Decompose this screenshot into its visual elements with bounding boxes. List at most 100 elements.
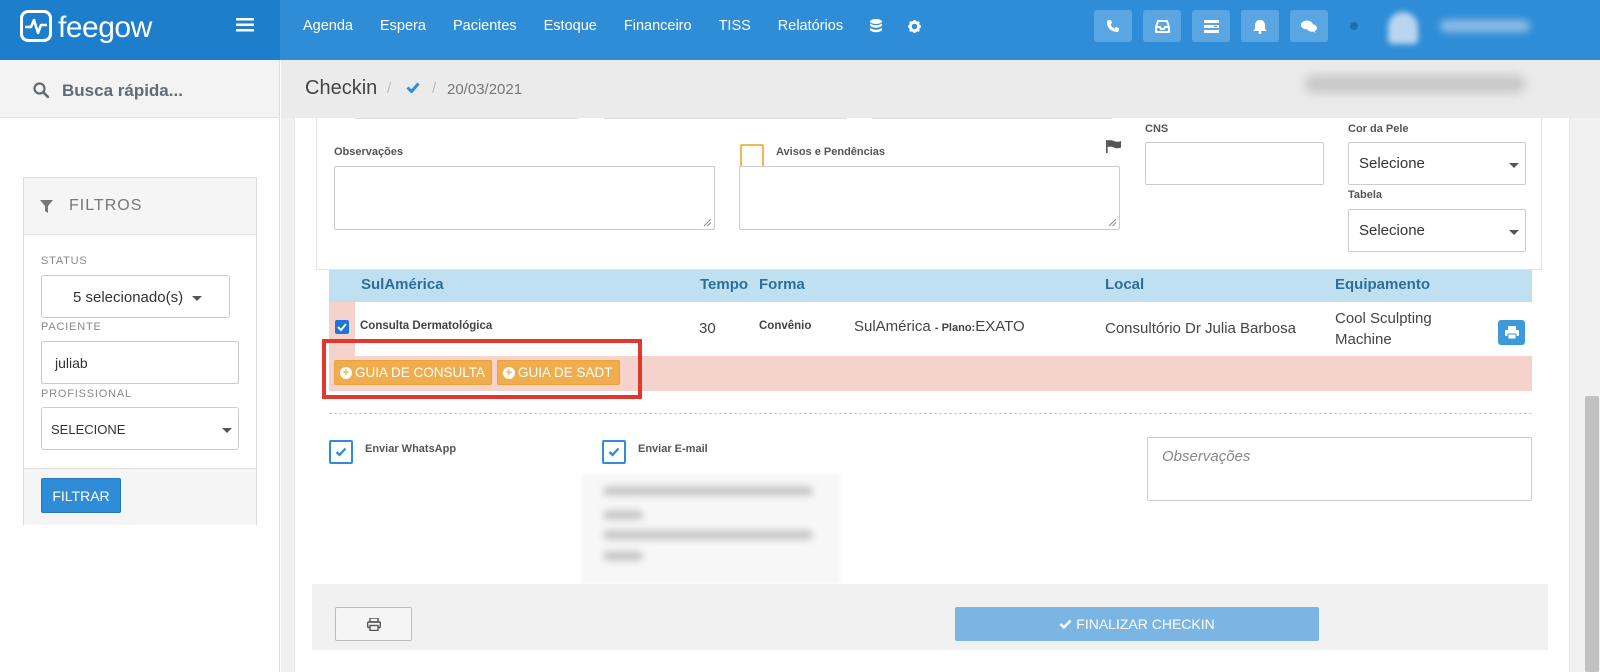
brand-name: feegow [58, 11, 152, 44]
phone-button[interactable] [1094, 10, 1132, 42]
filtrar-button[interactable]: FILTRAR [41, 478, 121, 513]
section-divider [329, 413, 1532, 414]
blurred-text [603, 510, 643, 520]
whatsapp-label: Enviar WhatsApp [365, 443, 457, 455]
printer-icon [366, 617, 381, 631]
whatsapp-checkbox[interactable] [329, 440, 353, 464]
header-insurer: SulAmérica [361, 276, 444, 293]
chat-button[interactable] [1290, 10, 1328, 42]
profissional-label: PROFISSIONAL [41, 388, 132, 400]
notify-observacoes-textarea[interactable] [1147, 437, 1532, 501]
status-label: STATUS [41, 255, 88, 267]
quick-search-input[interactable] [62, 77, 262, 105]
blurred-text [603, 530, 813, 540]
breadcrumb-date: 20/03/2021 [447, 81, 523, 98]
clinic-name-blurred [1305, 75, 1525, 93]
convenio-name: SulAmérica [854, 318, 931, 335]
procedure-checkbox[interactable] [335, 320, 349, 334]
filter-icon [40, 200, 53, 213]
email-checkbox[interactable] [602, 440, 626, 464]
caret-down-icon [1509, 230, 1519, 235]
breadcrumb-separator: / [387, 80, 392, 97]
header-equipamento: Equipamento [1335, 276, 1431, 293]
plano-prefix: - Plano: [934, 322, 976, 334]
nav-tiss[interactable]: TISS [719, 18, 751, 34]
blurred-text [603, 486, 813, 496]
profissional-value: SELECIONE [51, 422, 126, 437]
field-edge [355, 118, 578, 119]
nav-pacientes[interactable]: Pacientes [453, 18, 517, 34]
search-icon [33, 82, 49, 98]
status-multiselect[interactable]: 5 selecionado(s) [41, 275, 230, 318]
field-edge [604, 118, 847, 119]
main-nav: Agenda Espera Pacientes Estoque Financei… [303, 0, 947, 52]
avisos-label: Avisos e Pendências [776, 146, 886, 158]
tasks-button[interactable] [1192, 10, 1230, 42]
filters-header: FILTROS [24, 178, 256, 235]
caret-down-icon [192, 296, 202, 301]
online-status-dot [1350, 22, 1358, 30]
scrollbar-thumb[interactable] [1585, 396, 1599, 672]
paciente-label: PACIENTE [41, 321, 102, 333]
avatar[interactable] [1388, 12, 1418, 44]
inbox-icon [1154, 19, 1170, 33]
plano-name: EXATO [975, 318, 1025, 335]
procedure-convenio: SulAmérica - Plano:EXATO [854, 318, 1025, 335]
checkin-footer [312, 584, 1548, 650]
check-icon [1059, 619, 1072, 629]
cns-input[interactable] [1145, 142, 1324, 185]
header-local: Local [1105, 276, 1145, 293]
procedure-local: Consultório Dr Julia Barbosa [1105, 320, 1296, 337]
tabela-label: Tabela [1348, 189, 1383, 201]
blurred-text [603, 551, 643, 561]
avisos-textarea[interactable] [739, 166, 1120, 230]
phone-icon [1106, 19, 1120, 33]
cor-pele-label: Cor da Pele [1348, 123, 1409, 135]
resize-handle-icon[interactable] [703, 218, 712, 227]
filters-title: FILTROS [69, 197, 143, 214]
feegow-logo-icon [20, 10, 52, 42]
print-button[interactable] [335, 607, 412, 641]
procedure-equipamento-l2: Machine [1335, 331, 1392, 348]
flag-icon[interactable] [1106, 140, 1121, 153]
page-title: Checkin [305, 77, 378, 99]
nav-estoque[interactable]: Estoque [544, 18, 597, 34]
field-edge [872, 118, 1112, 119]
header-forma: Forma [759, 276, 805, 293]
finalizar-checkin-button[interactable]: FINALIZAR CHECKIN [955, 607, 1319, 641]
chat-icon [1301, 20, 1317, 33]
cns-label: CNS [1145, 123, 1169, 135]
resize-handle-icon[interactable] [1108, 218, 1117, 227]
paciente-input[interactable] [41, 341, 239, 384]
procedure-tempo: 30 [699, 320, 716, 337]
observacoes-textarea[interactable] [334, 166, 715, 230]
profissional-select[interactable]: SELECIONE [41, 407, 239, 450]
tabela-select[interactable]: Selecione [1348, 209, 1526, 252]
nav-espera[interactable]: Espera [380, 18, 426, 34]
procedure-name: Consulta Dermatológica [360, 320, 493, 332]
procedure-forma: Convênio [759, 320, 812, 332]
caret-down-icon [1509, 163, 1519, 168]
observacoes-label: Observações [334, 146, 404, 158]
gear-icon[interactable] [908, 19, 922, 33]
avisos-checkbox[interactable] [740, 144, 764, 168]
cor-pele-select[interactable]: Selecione [1348, 142, 1526, 185]
user-name-blurred[interactable] [1440, 20, 1530, 32]
procedure-equipamento-l1: Cool Sculpting [1335, 310, 1432, 327]
row-print-button[interactable] [1498, 320, 1525, 345]
hamburger-menu-icon[interactable] [236, 18, 254, 32]
tabela-value: Selecione [1359, 222, 1425, 239]
email-label: Enviar E-mail [638, 443, 708, 455]
nav-financeiro[interactable]: Financeiro [624, 18, 692, 34]
nav-agenda[interactable]: Agenda [303, 18, 353, 34]
notifications-button[interactable] [1241, 10, 1279, 42]
inbox-button[interactable] [1143, 10, 1181, 42]
brand-area: feegow [0, 0, 280, 60]
printer-icon [1504, 326, 1519, 339]
check-icon [406, 82, 420, 93]
database-icon[interactable] [870, 19, 883, 33]
nav-relatorios[interactable]: Relatórios [778, 18, 843, 34]
status-value: 5 selecionado(s) [73, 289, 184, 306]
breadcrumb-separator: / [432, 80, 437, 97]
list-icon [1203, 19, 1219, 33]
